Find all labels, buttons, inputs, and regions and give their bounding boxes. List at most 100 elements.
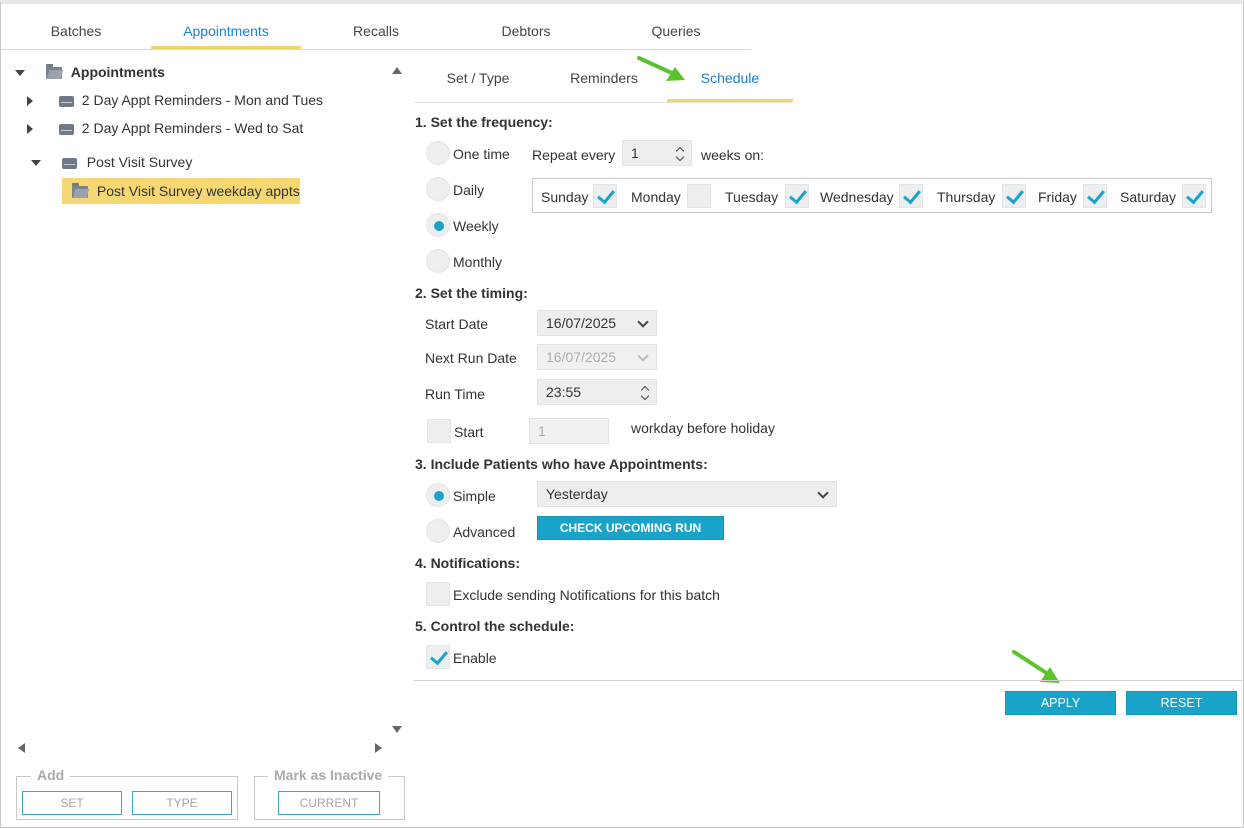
tree-item-label: 2 Day Appt Reminders - Mon and Tues (81, 92, 324, 108)
exclude-notifications-label: Exclude sending Notifications for this b… (453, 587, 720, 603)
day-wednesday-checkbox[interactable] (899, 184, 923, 208)
tree-root[interactable]: Appointments (15, 60, 165, 84)
reset-changes-button[interactable]: RESET CHANGES (1126, 691, 1237, 732)
tree-item-wed-sat[interactable]: 2 Day Appt Reminders - Wed to Sat (27, 116, 303, 140)
simple-label: Simple (453, 488, 496, 504)
next-run-date-value: 16/07/2025 (546, 349, 617, 365)
include-title: 3. Include Patients who have Appointment… (415, 456, 708, 472)
spin-down-icon[interactable] (675, 152, 685, 162)
mark-inactive-group: Mark as Inactive CURRENT (254, 767, 405, 820)
vertical-scrollbar[interactable] (390, 62, 404, 740)
timing-title: 2. Set the timing: (415, 285, 528, 301)
tree-item-label: Post Visit Survey (86, 154, 193, 170)
check-upcoming-run-dates-button[interactable]: CHECK UPCOMING RUN DATES (537, 516, 724, 557)
tree-item-selected[interactable]: Post Visit Survey weekday appts (62, 178, 300, 204)
day-monday-label: Monday (631, 189, 681, 205)
folder-open-icon (72, 183, 88, 199)
folder-open-icon (45, 64, 62, 80)
expand-caret-icon[interactable] (31, 160, 41, 167)
set-button[interactable]: SET (22, 791, 122, 815)
tree-item-post-visit-survey[interactable]: Post Visit Survey (31, 150, 192, 174)
envelope-icon (58, 123, 74, 135)
day-friday-label: Friday (1038, 189, 1077, 205)
top-tab-bar: Batches Appointments Recalls Debtors Que… (1, 14, 751, 50)
chevron-down-icon[interactable] (637, 316, 649, 328)
envelope-icon (61, 157, 77, 169)
annotation-arrow-icon (1012, 650, 1060, 683)
expand-caret-icon[interactable] (15, 70, 25, 77)
start-date-label: Start Date (425, 316, 489, 332)
daily-label: Daily (453, 182, 485, 198)
actions-divider (414, 680, 1242, 681)
tree-item-label: Post Visit Survey weekday appts (96, 183, 300, 199)
mark-inactive-legend: Mark as Inactive (268, 767, 389, 783)
radio-one-time[interactable] (426, 141, 450, 165)
tree-item-mon-tues[interactable]: 2 Day Appt Reminders - Mon and Tues (27, 88, 323, 112)
add-legend: Add (31, 767, 71, 783)
day-wednesday-label: Wednesday (820, 189, 894, 205)
collapse-caret-icon[interactable] (27, 96, 33, 107)
tab-appointments[interactable]: Appointments (151, 14, 301, 49)
start-date-value: 16/07/2025 (546, 315, 617, 331)
repeat-every-label: Repeat every (532, 147, 616, 163)
day-sunday-checkbox[interactable] (593, 184, 617, 208)
run-time-stepper[interactable]: 23:55 (537, 379, 657, 405)
radio-monthly[interactable] (426, 249, 450, 273)
tab-set-type[interactable]: Set / Type (414, 58, 542, 102)
frequency-title: 1. Set the frequency: (415, 114, 553, 130)
tab-debtors[interactable]: Debtors (451, 14, 601, 49)
day-sunday-label: Sunday (541, 189, 589, 205)
annotation-arrow-icon (637, 56, 685, 81)
day-saturday-label: Saturday (1120, 189, 1177, 205)
exclude-notifications-checkbox[interactable] (426, 582, 450, 606)
sub-tab-divider (414, 102, 792, 103)
type-button[interactable]: TYPE (132, 791, 232, 815)
monthly-label: Monthly (453, 254, 503, 270)
tab-recalls[interactable]: Recalls (301, 14, 451, 49)
weeks-on-label: weeks on: (701, 147, 765, 163)
radio-daily[interactable] (426, 177, 450, 201)
enable-checkbox[interactable] (426, 645, 450, 669)
start-label: Start (454, 424, 484, 440)
simple-period-select[interactable]: Yesterday (537, 481, 837, 507)
run-time-value: 23:55 (546, 384, 582, 400)
day-monday-checkbox[interactable] (687, 184, 711, 208)
collapse-caret-icon[interactable] (27, 124, 33, 135)
tab-queries[interactable]: Queries (601, 14, 751, 49)
next-run-date-label: Next Run Date (425, 350, 517, 366)
start-workday-checkbox[interactable] (427, 419, 451, 443)
tree-item-label: 2 Day Appt Reminders - Wed to Sat (81, 120, 304, 136)
day-tuesday-checkbox[interactable] (785, 184, 809, 208)
scroll-left-icon[interactable] (18, 743, 25, 753)
run-time-label: Run Time (425, 386, 485, 402)
weekly-label: Weekly (453, 218, 499, 234)
tab-batches[interactable]: Batches (1, 14, 151, 49)
spin-down-icon[interactable] (640, 391, 650, 401)
day-friday-checkbox[interactable] (1083, 184, 1107, 208)
apply-changes-button[interactable]: APPLY CHANGES (1005, 691, 1116, 732)
workday-count-input: 1 (529, 418, 609, 444)
notifications-title: 4. Notifications: (415, 555, 521, 571)
scroll-up-icon[interactable] (392, 67, 402, 74)
envelope-icon (58, 95, 74, 107)
radio-advanced[interactable] (426, 519, 450, 543)
day-saturday-checkbox[interactable] (1182, 184, 1206, 208)
workday-before-holiday-label: workday before holiday (631, 420, 775, 436)
advanced-label: Advanced (453, 524, 516, 540)
radio-weekly[interactable] (426, 213, 450, 237)
day-thursday-checkbox[interactable] (1002, 184, 1026, 208)
start-date-picker[interactable]: 16/07/2025 (537, 310, 657, 336)
repeat-every-stepper[interactable]: 1 (622, 140, 692, 166)
control-title: 5. Control the schedule: (415, 618, 575, 634)
next-run-date-picker: 16/07/2025 (537, 344, 657, 370)
radio-simple[interactable] (426, 483, 450, 507)
scroll-right-icon[interactable] (375, 743, 382, 753)
enable-label: Enable (453, 650, 497, 666)
chevron-down-icon (637, 350, 649, 362)
scroll-down-icon[interactable] (392, 726, 402, 733)
chevron-down-icon[interactable] (817, 487, 829, 499)
horizontal-scrollbar[interactable] (14, 741, 390, 755)
one-time-label: One time (453, 146, 510, 162)
current-button[interactable]: CURRENT (278, 791, 380, 815)
repeat-every-value: 1 (631, 145, 639, 161)
